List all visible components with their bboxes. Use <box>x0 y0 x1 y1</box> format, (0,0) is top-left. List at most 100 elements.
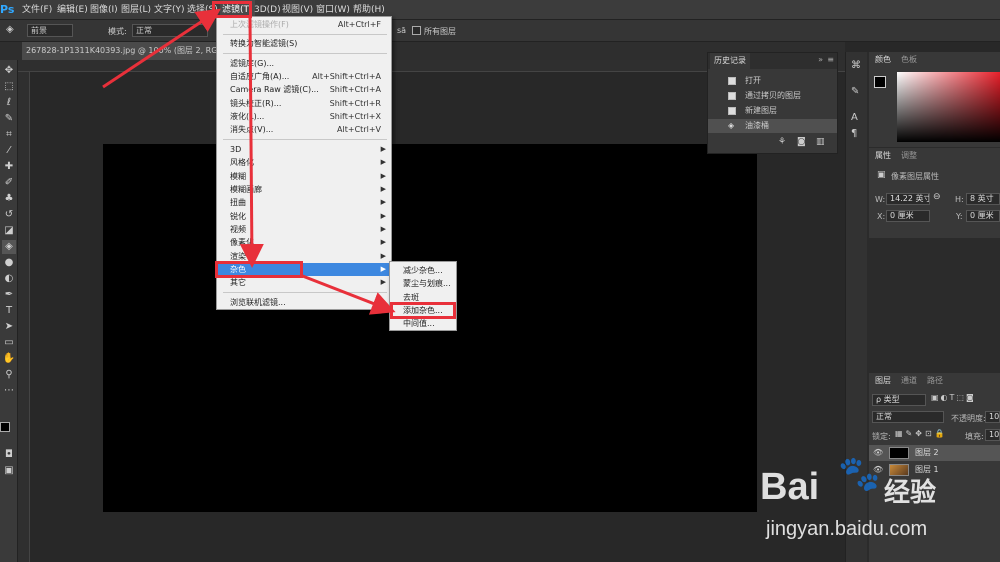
mode-select[interactable]: 正常 <box>132 24 208 37</box>
height-field[interactable]: 8 英寸 <box>966 193 1000 205</box>
new-snapshot-icon[interactable]: ⚘ <box>778 137 786 147</box>
document-icon <box>728 77 736 85</box>
all-layers-label: 所有图层 <box>424 27 456 36</box>
paint-bucket-icon[interactable]: ◈ <box>6 24 14 35</box>
blend-mode-select[interactable]: 正常 <box>872 411 944 423</box>
history-item-active[interactable]: ◈ 油漆桶 <box>708 119 837 133</box>
foreground-color-swatch[interactable] <box>0 422 10 432</box>
history-brush-tool-icon[interactable]: ↺ <box>2 208 16 222</box>
history-dock-icon[interactable]: ⌘ <box>851 60 861 71</box>
document-tab[interactable]: 267828-1P1311K40393.jpg @ 100% (图层 2, RG… <box>22 42 222 60</box>
menu-image[interactable]: 图像(I) <box>90 0 118 20</box>
history-panel-title[interactable]: 历史记录 <box>710 53 750 69</box>
x-field[interactable]: 0 厘米 <box>886 210 930 222</box>
menu-item-adaptive-wide-angle[interactable]: 自适应广角(A)... Alt+Shift+Ctrl+A <box>217 70 391 83</box>
tab-channels[interactable]: 通道 <box>897 373 921 389</box>
more-tools-icon[interactable]: ⋯ <box>2 384 16 398</box>
history-item[interactable]: 打开 <box>708 74 837 88</box>
menu-item-filter-gallery[interactable]: 滤镜库(G)... <box>217 57 391 70</box>
pen-tool-icon[interactable]: ✒ <box>2 288 16 302</box>
document-icon <box>728 92 736 100</box>
link-icon[interactable]: ⊖ <box>933 192 941 202</box>
menu-item-browse-online-filters[interactable]: 浏览联机滤镜... <box>217 296 391 309</box>
menu-item-sharpen[interactable]: 锐化 ▶ <box>217 210 391 223</box>
width-field[interactable]: 14.22 英寸 <box>886 193 930 205</box>
history-panel-header: 历史记录 » ≡ <box>708 53 837 69</box>
tab-adjustments[interactable]: 调整 <box>897 148 921 164</box>
menu-item-video[interactable]: 视频 ▶ <box>217 223 391 236</box>
menu-item-blur-gallery[interactable]: 模糊画廊 ▶ <box>217 183 391 196</box>
move-tool-icon[interactable]: ✥ <box>2 64 16 78</box>
menu-item-stylize[interactable]: 风格化 ▶ <box>217 156 391 169</box>
menu-item-camera-raw[interactable]: Camera Raw 滤镜(C)... Shift+Ctrl+A <box>217 83 391 96</box>
trash-icon[interactable]: ▥ <box>816 137 825 147</box>
marquee-tool-icon[interactable]: ⬚ <box>2 80 16 94</box>
tool-preset-select[interactable]: 前景 <box>27 24 73 37</box>
menu-item-lens-correction[interactable]: 镜头校正(R)... Shift+Ctrl+R <box>217 97 391 110</box>
menu-item-convert-smart-filter[interactable]: 转换为智能滤镜(S) <box>217 37 391 50</box>
menu-item-3d[interactable]: 3D ▶ <box>217 143 391 156</box>
panel-menu-icon[interactable]: ≡ <box>827 55 834 64</box>
menu-edit[interactable]: 编辑(E) <box>57 0 88 20</box>
tab-layers[interactable]: 图层 <box>871 373 895 389</box>
menu-item-distort[interactable]: 扭曲 ▶ <box>217 196 391 209</box>
highlight-box-filter-menu <box>212 1 252 18</box>
brush-dock-icon[interactable]: ✎ <box>851 86 859 97</box>
type-tool-icon[interactable]: T <box>2 304 16 318</box>
menu-item-reduce-noise[interactable]: 减少杂色... <box>390 264 456 277</box>
y-field[interactable]: 0 厘米 <box>966 210 1000 222</box>
history-item[interactable]: 通过拷贝的图层 <box>708 89 837 103</box>
highlight-box-add-noise <box>390 302 456 319</box>
opacity-field[interactable]: 100 <box>985 411 1000 423</box>
eyedropper-tool-icon[interactable]: ⁄ <box>2 144 16 158</box>
tab-properties[interactable]: 属性 <box>871 148 895 164</box>
collapse-icon[interactable]: » <box>818 55 823 64</box>
fill-field[interactable]: 100 <box>985 429 1000 441</box>
quick-select-tool-icon[interactable]: ✎ <box>2 112 16 126</box>
tab-paths[interactable]: 路径 <box>923 373 947 389</box>
layer-filter-select[interactable]: ρ 类型 <box>872 394 926 406</box>
brush-tool-icon[interactable]: ✐ <box>2 176 16 190</box>
menu-layer[interactable]: 图层(L) <box>121 0 151 20</box>
menu-item-blur[interactable]: 模糊 ▶ <box>217 170 391 183</box>
color-spectrum[interactable] <box>897 72 1000 142</box>
chevron-right-icon: ▶ <box>380 145 386 153</box>
menu-item-liquify[interactable]: 液化(L)... Shift+Ctrl+X <box>217 110 391 123</box>
tab-color[interactable]: 颜色 <box>871 52 895 68</box>
zoom-tool-icon[interactable]: ⚲ <box>2 368 16 382</box>
watermark-brand-suffix: 经验 <box>884 478 937 508</box>
lock-label: 锁定: <box>872 432 891 441</box>
healing-brush-tool-icon[interactable]: ✚ <box>2 160 16 174</box>
menu-item-dust-scratches[interactable]: 蒙尘与划痕... <box>390 277 456 290</box>
menu-item-vanishing-point[interactable]: 消失点(V)... Alt+Ctrl+V <box>217 123 391 136</box>
app-logo: Ps <box>0 3 15 16</box>
blur-tool-icon[interactable]: ● <box>2 256 16 270</box>
paint-bucket-tool-icon[interactable]: ◈ <box>2 240 16 254</box>
options-bar: ◈ 前景 模式: 正常 sā 所有图层 <box>0 20 1000 42</box>
paragraph-dock-icon[interactable]: ¶ <box>851 128 857 139</box>
path-select-tool-icon[interactable]: ➤ <box>2 320 16 334</box>
eraser-tool-icon[interactable]: ◪ <box>2 224 16 238</box>
stamp-tool-icon[interactable]: ♣ <box>2 192 16 206</box>
menu-item-pixelate[interactable]: 像素化 ▶ <box>217 236 391 249</box>
filter-icons[interactable]: ▣◐T⬚◙ <box>931 393 976 402</box>
rectangle-tool-icon[interactable]: ▭ <box>2 336 16 350</box>
lock-icons[interactable]: ▦✎✥⊡🔒 <box>895 429 948 438</box>
quick-mask-icon[interactable]: ◘ <box>2 448 16 462</box>
foreground-swatch[interactable] <box>874 76 886 88</box>
menu-file[interactable]: 文件(F) <box>22 0 52 20</box>
screen-mode-icon[interactable]: ▣ <box>2 464 16 478</box>
character-dock-icon[interactable]: A <box>851 112 858 123</box>
lasso-tool-icon[interactable]: ℓ <box>2 96 16 110</box>
hand-tool-icon[interactable]: ✋ <box>2 352 16 366</box>
camera-icon[interactable]: ◙ <box>797 137 806 147</box>
menu-type[interactable]: 文字(Y) <box>154 0 185 20</box>
chevron-right-icon: ▶ <box>380 238 386 246</box>
crop-tool-icon[interactable]: ⌗ <box>2 128 16 142</box>
history-item[interactable]: 新建图层 <box>708 104 837 118</box>
all-layers-checkbox[interactable] <box>412 26 421 35</box>
dodge-tool-icon[interactable]: ◐ <box>2 272 16 286</box>
vertical-ruler <box>18 72 30 562</box>
tab-swatches[interactable]: 色板 <box>897 52 921 68</box>
paint-bucket-icon: ◈ <box>728 121 735 130</box>
